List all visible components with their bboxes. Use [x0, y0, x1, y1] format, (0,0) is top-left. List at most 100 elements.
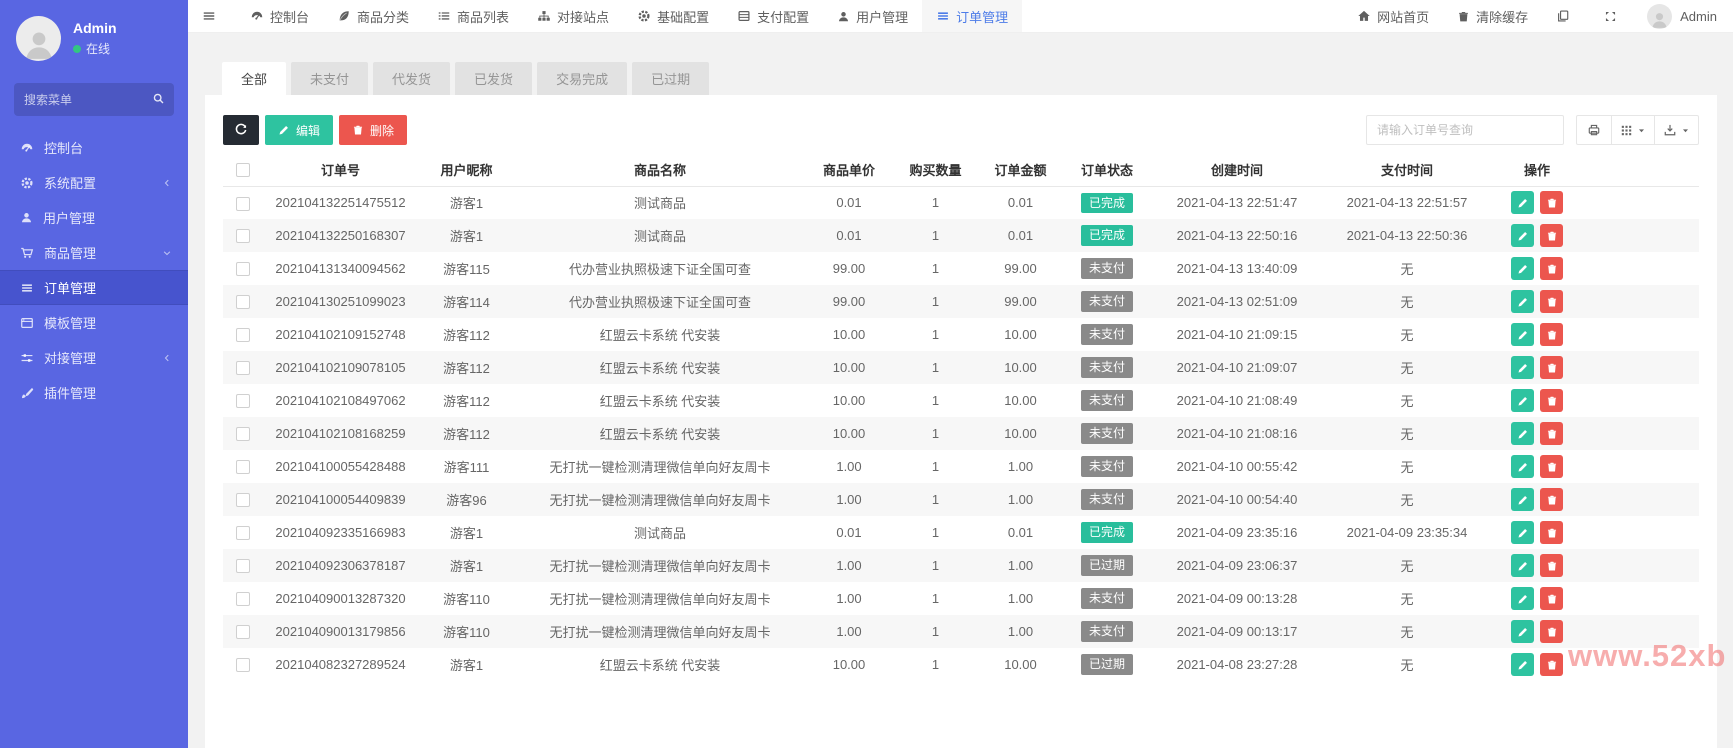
row-edit-button[interactable]	[1511, 356, 1534, 379]
avatar[interactable]	[16, 16, 61, 61]
row-edit-button[interactable]	[1511, 620, 1534, 643]
status-tab[interactable]: 全部	[222, 62, 286, 95]
row-delete-button[interactable]	[1540, 620, 1563, 643]
sidebar-item[interactable]: 用户管理	[0, 200, 188, 235]
cell-amount: 1.00	[978, 549, 1063, 582]
topnav-right-item[interactable]	[1542, 0, 1590, 32]
sidebar-item[interactable]: 订单管理	[0, 270, 188, 305]
row-checkbox[interactable]	[236, 229, 250, 243]
cell-amount: 1.00	[978, 615, 1063, 648]
status-tab[interactable]: 已过期	[632, 62, 709, 95]
status-badge: 未支付	[1081, 291, 1133, 311]
topnav-item[interactable]: 对接站点	[523, 0, 623, 32]
topnav-item[interactable]: 商品列表	[423, 0, 523, 32]
edit-button[interactable]: 编辑	[265, 115, 333, 145]
status-tab[interactable]: 已发货	[455, 62, 532, 95]
row-checkbox[interactable]	[236, 328, 250, 342]
row-checkbox[interactable]	[236, 493, 250, 507]
row-edit-button[interactable]	[1511, 455, 1534, 478]
cell-created: 2021-04-13 02:51:09	[1151, 285, 1323, 318]
row-checkbox[interactable]	[236, 197, 250, 211]
row-delete-button[interactable]	[1540, 323, 1563, 346]
home-icon	[1357, 9, 1371, 23]
row-delete-button[interactable]	[1540, 257, 1563, 280]
sidebar-item[interactable]: 模板管理	[0, 305, 188, 340]
topnav-item[interactable]: 基础配置	[623, 0, 723, 32]
row-checkbox[interactable]	[236, 262, 250, 276]
delete-button[interactable]: 删除	[339, 115, 407, 145]
row-checkbox[interactable]	[236, 559, 250, 573]
sidebar-item[interactable]: 对接管理	[0, 340, 188, 375]
topnav-item[interactable]: 控制台	[236, 0, 323, 32]
status-tab[interactable]: 未支付	[291, 62, 368, 95]
cell-paid: 无	[1323, 318, 1491, 351]
row-edit-button[interactable]	[1511, 290, 1534, 313]
row-delete-button[interactable]	[1540, 554, 1563, 577]
row-delete-button[interactable]	[1540, 224, 1563, 247]
row-edit-button[interactable]	[1511, 488, 1534, 511]
row-checkbox[interactable]	[236, 526, 250, 540]
row-delete-button[interactable]	[1540, 191, 1563, 214]
refresh-button[interactable]	[223, 115, 259, 145]
row-delete-button[interactable]	[1540, 422, 1563, 445]
sidebar-item[interactable]: 商品管理	[0, 235, 188, 270]
sidebar-item[interactable]: 系统配置	[0, 165, 188, 200]
select-all-checkbox[interactable]	[236, 163, 250, 177]
sidebar-item[interactable]: 控制台	[0, 130, 188, 165]
row-checkbox[interactable]	[236, 592, 250, 606]
row-edit-button[interactable]	[1511, 191, 1534, 214]
row-delete-button[interactable]	[1540, 389, 1563, 412]
sidebar-item[interactable]: 插件管理	[0, 375, 188, 410]
row-edit-button[interactable]	[1511, 653, 1534, 676]
row-edit-button[interactable]	[1511, 587, 1534, 610]
cell-created: 2021-04-10 21:09:15	[1151, 318, 1323, 351]
row-checkbox[interactable]	[236, 394, 250, 408]
cell-product: 红盟云卡系统 代安装	[515, 648, 805, 681]
row-checkbox[interactable]	[236, 427, 250, 441]
topnav-item[interactable]	[188, 0, 236, 32]
row-delete-button[interactable]	[1540, 356, 1563, 379]
row-delete-button[interactable]	[1540, 521, 1563, 544]
cell-price: 1.00	[805, 549, 893, 582]
topnav-right-item[interactable]: 网站首页	[1343, 0, 1443, 32]
row-edit-button[interactable]	[1511, 323, 1534, 346]
topnav-right-item[interactable]: 清除缓存	[1443, 0, 1542, 32]
cell-product: 代办营业执照极速下证全国可查	[515, 285, 805, 318]
status-tab[interactable]: 代发货	[373, 62, 450, 95]
cell-amount: 99.00	[978, 285, 1063, 318]
row-edit-button[interactable]	[1511, 521, 1534, 544]
row-edit-button[interactable]	[1511, 422, 1534, 445]
print-button[interactable]	[1576, 115, 1612, 145]
row-delete-button[interactable]	[1540, 587, 1563, 610]
topnav-right-item[interactable]	[1590, 0, 1637, 32]
row-edit-button[interactable]	[1511, 224, 1534, 247]
status-tab[interactable]: 交易完成	[537, 62, 627, 95]
cell-paid: 无	[1323, 450, 1491, 483]
row-delete-button[interactable]	[1540, 653, 1563, 676]
export-button[interactable]	[1655, 115, 1699, 145]
search-icon[interactable]	[152, 92, 165, 105]
row-checkbox[interactable]	[236, 460, 250, 474]
topnav-user[interactable]: Admin	[1637, 0, 1733, 32]
topnav-item[interactable]: 商品分类	[323, 0, 423, 32]
row-checkbox[interactable]	[236, 295, 250, 309]
columns-filter-button[interactable]	[1612, 115, 1655, 145]
row-delete-button[interactable]	[1540, 455, 1563, 478]
sidebar-search-input[interactable]	[14, 83, 174, 116]
row-edit-button[interactable]	[1511, 257, 1534, 280]
row-checkbox[interactable]	[236, 361, 250, 375]
cell-order-no: 202104092335166983	[263, 516, 418, 549]
row-checkbox[interactable]	[236, 625, 250, 639]
cell-created: 2021-04-13 22:50:16	[1151, 219, 1323, 252]
cell-qty: 1	[893, 549, 978, 582]
row-delete-button[interactable]	[1540, 290, 1563, 313]
status-badge: 未支付	[1081, 324, 1133, 344]
topnav-item[interactable]: 用户管理	[823, 0, 922, 32]
row-edit-button[interactable]	[1511, 554, 1534, 577]
topnav-item[interactable]: 订单管理	[922, 0, 1022, 32]
row-checkbox[interactable]	[236, 658, 250, 672]
order-search-input[interactable]	[1366, 115, 1564, 145]
topnav-item[interactable]: 支付配置	[723, 0, 823, 32]
row-delete-button[interactable]	[1540, 488, 1563, 511]
row-edit-button[interactable]	[1511, 389, 1534, 412]
